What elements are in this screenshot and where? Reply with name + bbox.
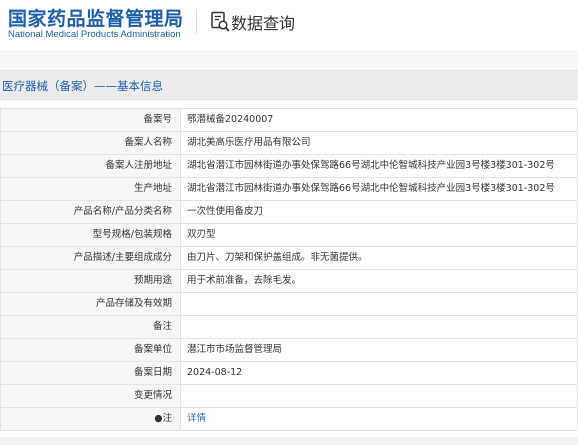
row-label: 备注	[0, 315, 181, 339]
row-value: 湖北美高乐医疗用品有限公司	[180, 131, 578, 155]
table-row: 生产地址 湖北省潜江市园林街道办事处保驾路66号湖北中伦智城科技产业园3号楼3楼3…	[0, 177, 578, 201]
row-label: 备案人名称	[0, 131, 181, 155]
row-value: 2024-08-12	[180, 361, 578, 385]
header-gap	[0, 50, 578, 70]
row-label: ●注	[0, 407, 181, 431]
row-label: 产品存储及有效期	[0, 292, 181, 316]
row-value: 用于术前准备，去除毛发。	[180, 269, 578, 293]
details-link[interactable]: 详情	[187, 413, 206, 424]
table-row: 产品描述/主要组成成分 由刀片、刀架和保护盖组成。非无菌提供。	[0, 246, 578, 270]
table-row: 型号规格/包装规格 双刃型	[0, 223, 578, 247]
row-value	[180, 292, 578, 316]
table-row: 变更情况	[0, 384, 578, 408]
logo-english: National Medical Products Administration	[8, 29, 181, 40]
table-row: 产品名称/产品分类名称 一次性使用备皮刀	[0, 200, 578, 224]
row-value: 鄂潜械备20240007	[180, 108, 578, 132]
table-row: 备注	[0, 315, 578, 339]
table-row: 备案人注册地址 湖北省潜江市园林街道办事处保驾路66号湖北中伦智城科技产业园3号楼…	[0, 154, 578, 178]
row-value: 详情	[180, 407, 578, 431]
section-header: 医疗器械（备案）——基本信息	[0, 70, 578, 100]
bottom-strip	[0, 437, 578, 445]
row-label: 备案日期	[0, 361, 181, 385]
table-row: 预期用途 用于术前准备，去除毛发。	[0, 269, 578, 293]
row-value: 一次性使用备皮刀	[180, 200, 578, 224]
table-row: 备案单位 潜江市市场监督管理局	[0, 338, 578, 362]
row-value: 湖北省潜江市园林街道办事处保驾路66号湖北中伦智城科技产业园3号楼3楼301-3…	[180, 177, 578, 201]
row-value: 潜江市市场监督管理局	[180, 338, 578, 362]
row-label: 生产地址	[0, 177, 181, 201]
row-value: 湖北省潜江市园林街道办事处保驾路66号湖北中伦智城科技产业园3号楼3楼301-3…	[180, 154, 578, 178]
site-header: 国家药品监督管理局 National Medical Products Admi…	[0, 0, 578, 50]
row-label: 预期用途	[0, 269, 181, 293]
table-row: 备案人名称 湖北美高乐医疗用品有限公司	[0, 131, 578, 155]
detail-table-wrapper: 备案号 鄂潜械备20240007 备案人名称 湖北美高乐医疗用品有限公司 备案人注册地址…	[0, 108, 578, 431]
row-label: 产品描述/主要组成成分	[0, 246, 181, 270]
row-label: 备案单位	[0, 338, 181, 362]
row-label: 型号规格/包装规格	[0, 223, 181, 247]
row-label: 变更情况	[0, 384, 181, 408]
table-row: 备案号 鄂潜械备20240007	[0, 108, 578, 132]
table-row: 备案日期 2024-08-12	[0, 361, 578, 385]
row-value: 由刀片、刀架和保护盖组成。非无菌提供。	[180, 246, 578, 270]
row-value	[180, 384, 578, 408]
row-value	[180, 315, 578, 339]
row-label: 产品名称/产品分类名称	[0, 200, 181, 224]
row-label: 备案人注册地址	[0, 154, 181, 178]
row-value: 双刃型	[180, 223, 578, 247]
page-title: 数据查询	[231, 14, 296, 33]
search-document-icon	[211, 11, 230, 32]
row-label: 备案号	[0, 108, 181, 132]
header-divider	[196, 10, 197, 34]
section-title: 医疗器械（备案）——基本信息	[2, 79, 163, 93]
detail-table: 备案号 鄂潜械备20240007 备案人名称 湖北美高乐医疗用品有限公司 备案人注册地址…	[0, 108, 578, 431]
table-row: 产品存储及有效期	[0, 292, 578, 316]
logo-chinese[interactable]: 国家药品监督管理局	[8, 4, 184, 31]
table-row: ●注 详情	[0, 407, 578, 431]
